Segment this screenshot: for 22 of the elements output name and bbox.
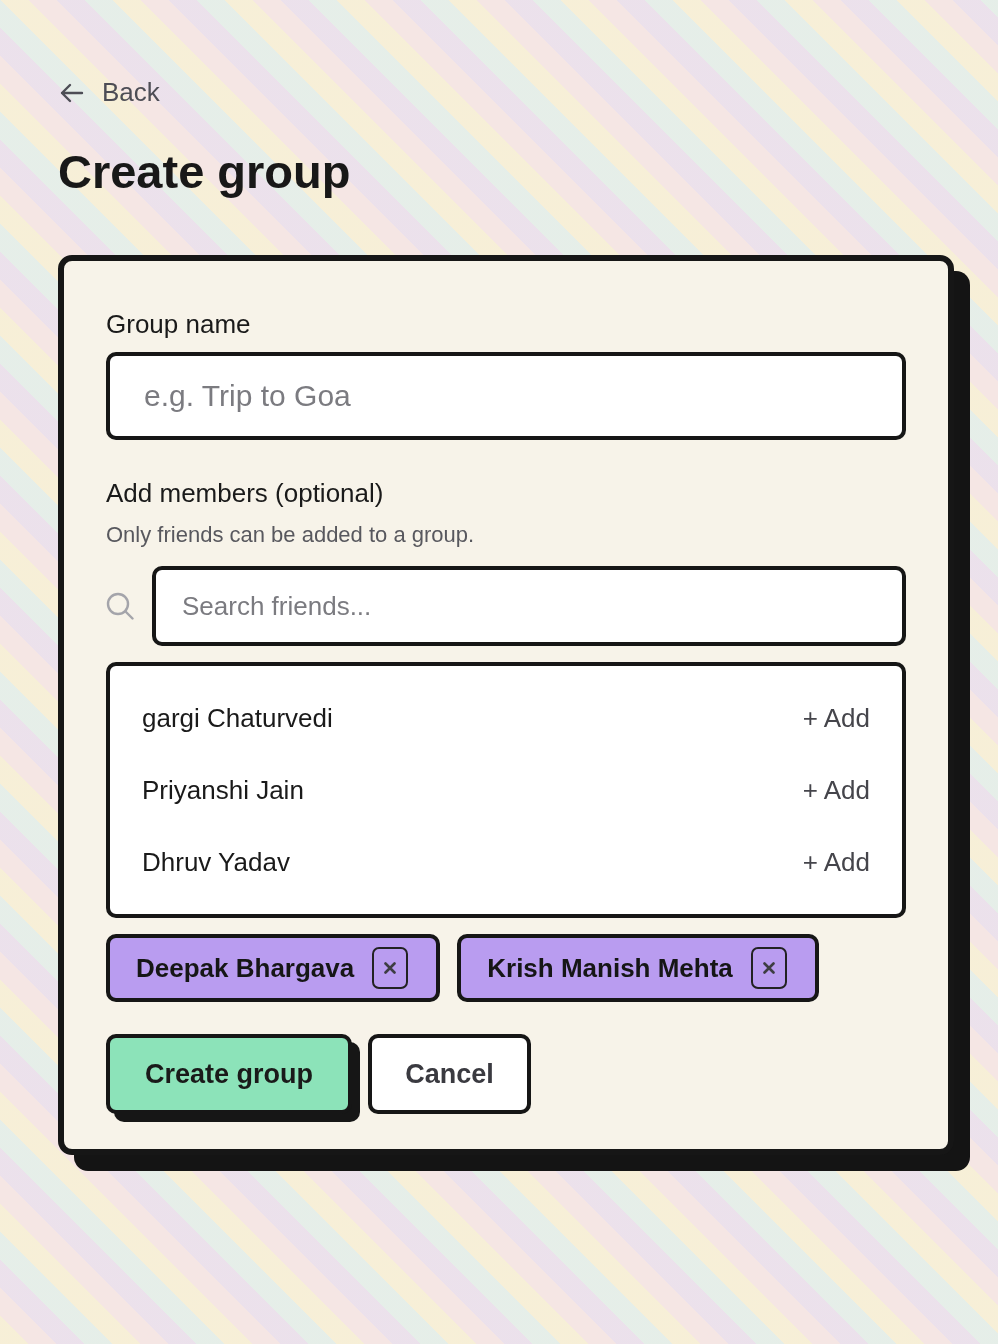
- add-members-label: Add members (optional): [106, 478, 384, 508]
- group-name-input[interactable]: e.g. Trip to Goa: [106, 352, 906, 440]
- friend-name: gargi Chaturvedi: [142, 702, 333, 734]
- cancel-button[interactable]: Cancel: [368, 1034, 531, 1114]
- member-name: Deepak Bhargava: [136, 952, 355, 984]
- back-link[interactable]: Back: [60, 77, 160, 108]
- add-friend-button[interactable]: + Add: [802, 702, 870, 734]
- member-name: Krish Manish Mehta: [487, 952, 733, 984]
- page-title: Create group: [58, 144, 351, 200]
- add-friend-button[interactable]: + Add: [802, 846, 870, 878]
- add-friend-button[interactable]: + Add: [802, 774, 870, 806]
- friend-name: Priyanshi Jain: [142, 774, 304, 806]
- group-name-label: Group name: [106, 309, 251, 339]
- remove-member-button[interactable]: [750, 947, 787, 989]
- close-icon: [384, 962, 397, 974]
- arrow-left-icon: [60, 82, 84, 103]
- friend-name: Dhruv Yadav: [142, 846, 290, 878]
- members-hint: Only friends can be added to a group.: [106, 522, 475, 548]
- remove-member-button[interactable]: [372, 947, 409, 989]
- search-icon: [106, 592, 134, 620]
- search-friends-input[interactable]: Search friends...: [152, 566, 906, 646]
- close-icon: [762, 962, 775, 974]
